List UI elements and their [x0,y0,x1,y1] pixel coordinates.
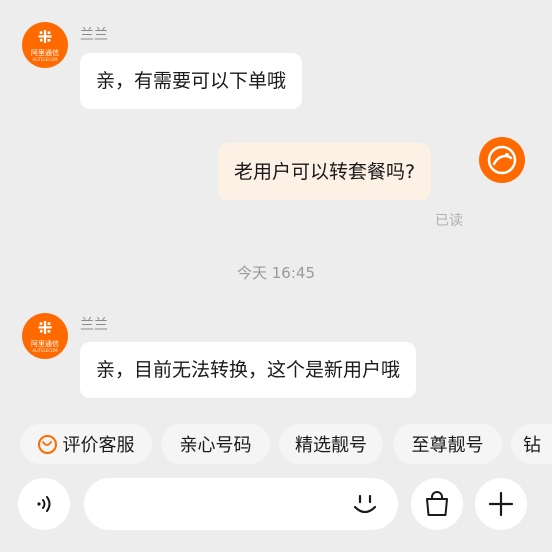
emoji-icon [353,494,377,514]
quick-reply-diamond[interactable]: 钻 [511,424,552,464]
smile-icon [37,434,57,454]
user-avatar[interactable] [479,137,525,183]
shopping-bag-icon [426,491,448,516]
shop-logo-icon: ⁜ [37,26,53,48]
more-button[interactable] [475,478,527,530]
voice-button[interactable] [18,478,70,530]
quick-reply-label: 亲心号码 [179,435,252,456]
quick-reply-premium-number[interactable]: 至尊靓号 [393,424,502,464]
shop-logo-subtext: ALITELECOM [32,56,58,62]
shop-logo-icon: ⁜ [37,317,53,339]
message-bubble-outgoing[interactable]: 老用户可以转套餐吗? [218,143,432,200]
quick-reply-label: 精选靓号 [295,435,367,456]
shop-logo-text: 阿里通信 [31,48,59,57]
quick-reply-selected-number[interactable]: 精选靓号 [279,424,383,464]
shop-avatar[interactable]: ⁜ 阿里通信 ALITELECOM [22,22,68,68]
plus-icon [488,491,514,517]
quick-reply-label: 至尊靓号 [411,435,484,456]
timestamp: 今天 16:45 [237,264,315,282]
shop-avatar[interactable]: ⁜ 阿里通信 ALITELECOM [22,313,68,359]
user-avatar-icon [487,145,517,175]
shop-logo-subtext: ALITELECOM [32,347,58,353]
message-bubble-incoming[interactable]: 亲，有需要可以下单哦 [80,53,303,109]
shop-button[interactable] [411,478,463,530]
sender-name: 兰兰 [80,27,108,43]
message-input[interactable] [84,478,398,530]
voice-icon [37,496,51,512]
quick-reply-number[interactable]: 亲心号码 [161,424,270,464]
quick-reply-label: 钻 [523,435,541,456]
read-status: 已读 [435,213,463,229]
emoji-button[interactable] [350,489,380,519]
message-bubble-incoming[interactable]: 亲，目前无法转换，这个是新用户哦 [80,342,417,398]
sender-name: 兰兰 [80,317,108,333]
quick-reply-rate-service[interactable]: 评价客服 [20,424,152,464]
shop-logo-text: 阿里通信 [31,339,59,348]
quick-reply-label: 评价客服 [62,435,135,456]
